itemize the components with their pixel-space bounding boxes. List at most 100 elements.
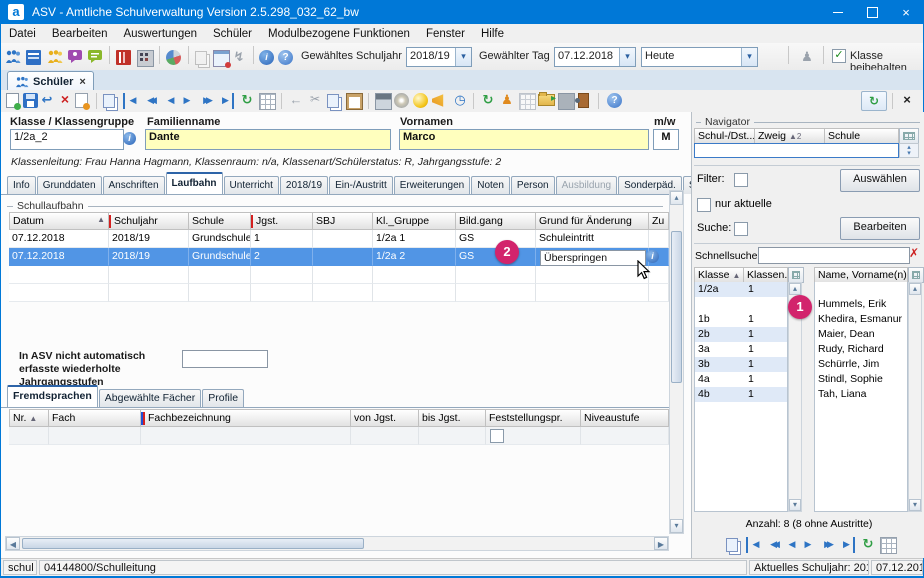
tab-grunddaten[interactable]: Grunddaten: [37, 176, 102, 194]
nav-fast-back-icon[interactable]: ◀◀: [762, 537, 784, 553]
tab-schueler[interactable]: Schüler ×: [7, 71, 94, 91]
column-header-nr[interactable]: Nr. ▲: [9, 409, 49, 427]
menu-datei[interactable]: Datei: [1, 28, 44, 40]
close-view-button[interactable]: ×: [899, 92, 915, 108]
column-header-kl-gruppe[interactable]: Kl._Gruppe: [373, 212, 456, 230]
student-row[interactable]: Schürrle, Jim: [815, 357, 907, 372]
class-row-selected[interactable]: 1/2a2: [695, 297, 787, 312]
clock-icon[interactable]: ◷: [452, 92, 468, 108]
scroll-right-icon[interactable]: ▶: [654, 537, 668, 550]
tab-info[interactable]: Info: [7, 176, 36, 194]
tab-schuljahr[interactable]: 2018/19: [280, 176, 328, 194]
column-header-schule[interactable]: Schule: [189, 212, 251, 230]
bearbeiten-button[interactable]: Bearbeiten: [840, 217, 920, 240]
tab-anschriften[interactable]: Anschriften: [103, 176, 165, 194]
tab-close-icon[interactable]: ×: [79, 76, 85, 88]
name-list-scrollbar[interactable]: ▴ ▾: [908, 282, 922, 512]
menu-schueler[interactable]: Schüler: [205, 28, 260, 40]
gender-field[interactable]: M: [653, 129, 679, 150]
day-combobox[interactable]: 07.12.2018 ▾: [554, 47, 636, 67]
student-row[interactable]: Khedira, Esmanur: [815, 312, 907, 327]
exit-door-icon[interactable]: [578, 93, 589, 108]
student-row[interactable]: Stindl, Sophie: [815, 372, 907, 387]
tab-laufbahn[interactable]: Laufbahn: [166, 172, 223, 194]
column-header-schuljahr[interactable]: Schuljahr: [109, 212, 189, 230]
column-header-schule-nav[interactable]: Schule: [825, 128, 899, 144]
name-list[interactable]: Dante, Marco Hummels, Erik Khedira, Esma…: [814, 282, 908, 512]
column-header-zweig[interactable]: Zweig ▲2: [755, 128, 825, 144]
disc-icon[interactable]: [394, 93, 409, 108]
auswaehlen-button[interactable]: Auswählen: [840, 169, 920, 192]
class-row[interactable]: 3a1: [695, 342, 787, 357]
copy-record-icon[interactable]: [726, 538, 738, 552]
spin-down-icon[interactable]: ▾: [900, 151, 918, 157]
tab-erweiterungen[interactable]: Erweiterungen: [394, 176, 470, 194]
column-header-schul-dst[interactable]: Schul-/Dst...▲1: [694, 128, 755, 144]
tab-noten[interactable]: Noten: [471, 176, 510, 194]
class-row[interactable]: 2b1: [695, 327, 787, 342]
grid-gray-icon[interactable]: [519, 93, 536, 110]
nav-forward-icon[interactable]: ▶: [800, 537, 816, 553]
tab-fremdsprachen[interactable]: Fremdsprachen: [7, 385, 98, 407]
grund-edit-field[interactable]: Überspringen: [540, 250, 646, 266]
column-header-fachbezeichnung[interactable]: Fachbezeichnung: [141, 409, 351, 427]
feststellungspr-checkbox[interactable]: [490, 429, 504, 443]
column-header-fach[interactable]: Fach: [49, 409, 141, 427]
column-header-datum[interactable]: Datum ▲: [9, 212, 109, 230]
tab-person[interactable]: Person: [511, 176, 555, 194]
refresh-icon[interactable]: ↻: [860, 536, 876, 552]
tab-unterricht[interactable]: Unterricht: [224, 176, 279, 194]
bulb-icon[interactable]: [413, 93, 428, 108]
archive-icon[interactable]: [558, 93, 575, 110]
class-info-icon[interactable]: i: [123, 132, 136, 145]
refresh-view-button[interactable]: ↻: [861, 91, 887, 111]
class-row[interactable]: 1b1: [695, 312, 787, 327]
list-view-icon[interactable]: [259, 93, 276, 110]
tab-ein-austritt[interactable]: Ein-/Austritt: [329, 176, 393, 194]
column-config-icon[interactable]: [899, 128, 919, 144]
student-row[interactable]: Rudy, Richard: [815, 342, 907, 357]
groups-icon[interactable]: [47, 49, 63, 64]
class-card-icon[interactable]: [26, 50, 41, 65]
nav-back-icon[interactable]: ◀: [784, 537, 800, 553]
student-row[interactable]: Maier, Dean: [815, 327, 907, 342]
scrollbar-thumb[interactable]: [671, 231, 682, 383]
nav-forward-icon[interactable]: ▶: [179, 93, 195, 109]
filter-checkbox[interactable]: [734, 173, 748, 187]
copy-record-icon[interactable]: [103, 94, 115, 108]
scroll-up-icon[interactable]: ▴: [789, 283, 801, 295]
class-field[interactable]: 1/2a_2: [10, 129, 124, 150]
refresh-icon[interactable]: ↻: [239, 92, 255, 108]
nav-fast-forward-icon[interactable]: ▶▶: [195, 93, 217, 109]
class-row[interactable]: 3b1: [695, 357, 787, 372]
student-row[interactable]: Hummels, Erik: [815, 297, 907, 312]
column-header-klasse[interactable]: Klasse ▲: [694, 267, 744, 283]
folder-export-icon[interactable]: [538, 94, 555, 106]
chevron-down-icon[interactable]: ▾: [619, 48, 635, 66]
nav-last-icon[interactable]: ▶: [219, 93, 234, 109]
column-config-icon[interactable]: [788, 267, 804, 283]
row-spinner[interactable]: ▴ ▾: [899, 143, 919, 158]
column-header-bildgang[interactable]: Bild.gang: [456, 212, 536, 230]
family-name-field[interactable]: Dante: [145, 129, 391, 150]
scroll-left-icon[interactable]: ◀: [6, 537, 20, 550]
repeated-grades-field[interactable]: [182, 350, 268, 368]
close-button[interactable]: ×: [889, 0, 923, 24]
column-config-icon[interactable]: [908, 267, 924, 283]
class-row[interactable]: 4b1: [695, 387, 787, 402]
sync-record-icon[interactable]: ↻: [480, 92, 496, 108]
menu-auswertungen[interactable]: Auswertungen: [115, 28, 205, 40]
list-view-icon[interactable]: [880, 537, 897, 554]
scroll-down-icon[interactable]: ▾: [789, 499, 801, 511]
student-row[interactable]: Tah, Liana: [815, 387, 907, 402]
column-header-bis-jgst[interactable]: bis Jgst.: [419, 409, 486, 427]
school-row-selected[interactable]: 04144800 GWRHS 04144800: [694, 143, 899, 158]
help-icon[interactable]: ?: [607, 93, 622, 108]
table-edit-icon[interactable]: [75, 93, 88, 108]
scroll-up-icon[interactable]: ▴: [670, 191, 683, 205]
back-arrow-icon[interactable]: ←: [288, 92, 304, 108]
clear-search-icon[interactable]: ✗: [906, 246, 922, 262]
module-ball-icon[interactable]: [166, 50, 181, 65]
nav-fast-back-icon[interactable]: ◀◀: [139, 93, 161, 109]
scroll-up-icon[interactable]: ▴: [909, 283, 921, 295]
